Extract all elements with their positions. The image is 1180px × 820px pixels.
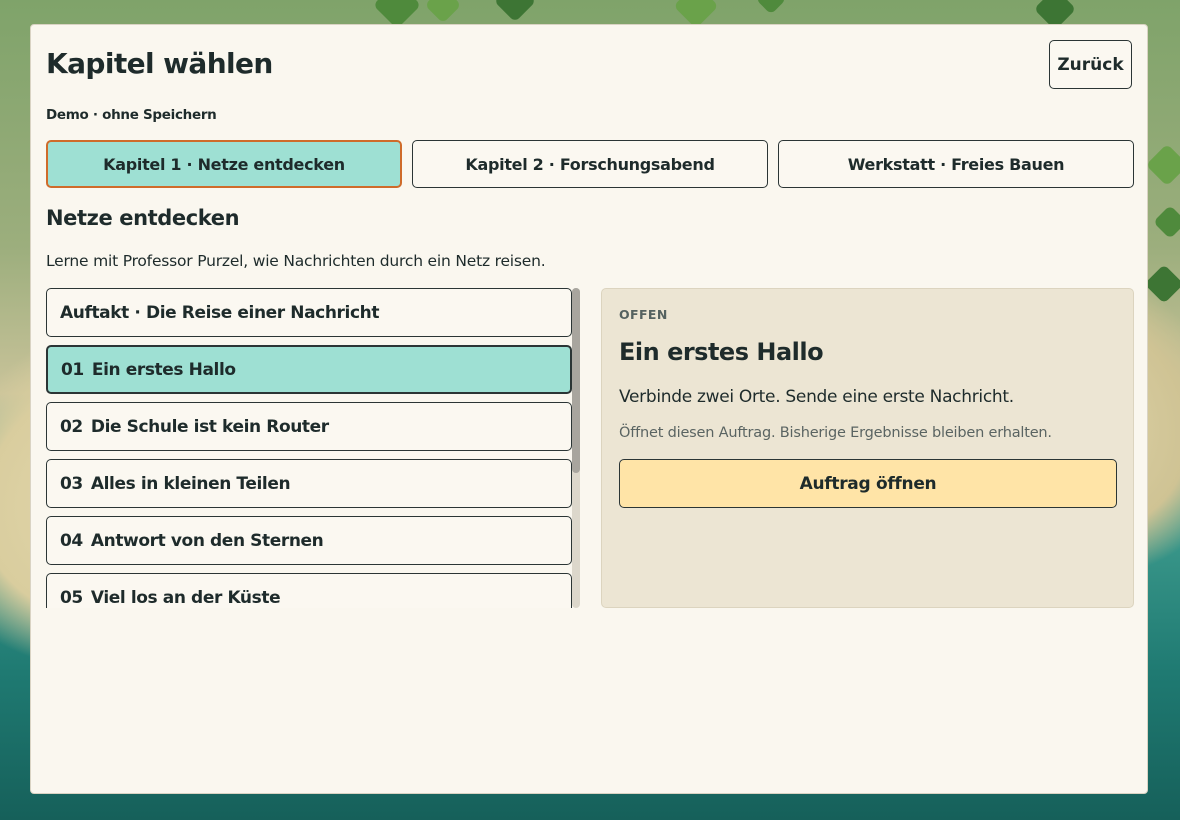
demo-mode-note: Demo · ohne Speichern (46, 107, 217, 123)
mission-label: Die Schule ist kein Router (90, 416, 329, 437)
mission-item-intro[interactable]: Auftakt · Die Reise einer Nachricht (46, 288, 572, 337)
scrollbar-thumb[interactable] (572, 288, 580, 473)
mission-number: 03 (60, 473, 83, 494)
mission-hint: Öffnet diesen Auftrag. Bisherige Ergebni… (619, 425, 1052, 441)
mission-label: Antwort von den Sternen (90, 530, 324, 551)
open-mission-button[interactable]: Auftrag öffnen (619, 459, 1117, 508)
back-button[interactable]: Zurück (1049, 40, 1132, 89)
mission-list-scrollbar[interactable] (572, 288, 580, 608)
tab-workshop[interactable]: Werkstatt · Freies Bauen (778, 140, 1134, 188)
chapter-select-panel: Kapitel wählen Zurück Demo · ohne Speich… (30, 24, 1148, 794)
chapter-title: Netze entdecken (46, 206, 240, 230)
mission-item-03[interactable]: 03 Alles in kleinen Teilen (46, 459, 572, 508)
mission-label: Alles in kleinen Teilen (90, 473, 291, 494)
mission-list: Auftakt · Die Reise einer Nachricht 01 E… (46, 288, 580, 608)
mission-item-01[interactable]: 01 Ein erstes Hallo (46, 345, 572, 394)
mission-label: Ein erstes Hallo (91, 359, 236, 380)
mission-number: 02 (60, 416, 83, 437)
mission-label: Viel los an der Küste (90, 587, 281, 608)
chapter-tabs: Kapitel 1 · Netze entdecken Kapitel 2 · … (46, 140, 1134, 188)
mission-status-badge: OFFEN (619, 307, 668, 322)
mission-description: Verbinde zwei Orte. Sende eine erste Nac… (619, 387, 1014, 407)
mission-item-05[interactable]: 05 Viel los an der Küste (46, 573, 572, 608)
mission-title: Ein erstes Hallo (619, 338, 824, 366)
mission-detail-card: OFFEN Ein erstes Hallo Verbinde zwei Ort… (601, 288, 1134, 608)
mission-item-04[interactable]: 04 Antwort von den Sternen (46, 516, 572, 565)
tab-chapter-1[interactable]: Kapitel 1 · Netze entdecken (46, 140, 402, 188)
tab-chapter-2[interactable]: Kapitel 2 · Forschungsabend (412, 140, 768, 188)
page-title: Kapitel wählen (46, 47, 273, 80)
mission-label: Auftakt · Die Reise einer Nachricht (60, 302, 380, 323)
chapter-description: Lerne mit Professor Purzel, wie Nachrich… (46, 252, 546, 270)
mission-item-02[interactable]: 02 Die Schule ist kein Router (46, 402, 572, 451)
mission-number: 05 (60, 587, 83, 608)
mission-number: 01 (61, 359, 84, 380)
mission-number: 04 (60, 530, 83, 551)
